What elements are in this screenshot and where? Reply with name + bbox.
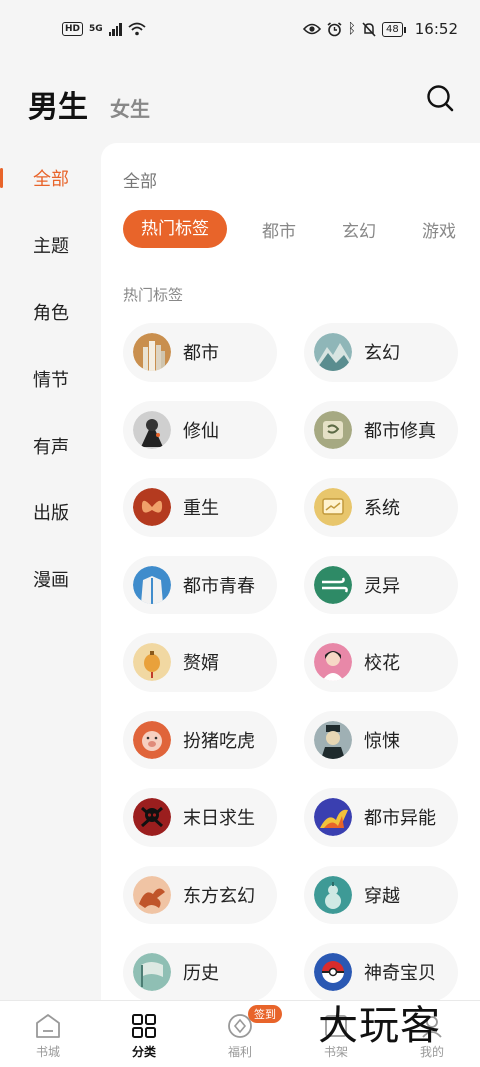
nav-bookstore[interactable]: 书城 bbox=[0, 1001, 96, 1067]
scroll-icon bbox=[314, 410, 352, 449]
tag-item[interactable]: 校花 bbox=[304, 633, 458, 692]
bookstore-icon bbox=[36, 1014, 60, 1038]
tag-item[interactable]: 重生 bbox=[123, 478, 277, 537]
eye-icon bbox=[302, 23, 321, 35]
tag-item[interactable]: 系统 bbox=[304, 478, 458, 537]
section-label: 热门标签 bbox=[123, 286, 184, 304]
tag-label: 赘婿 bbox=[183, 653, 219, 675]
city-icon bbox=[133, 333, 171, 372]
lantern-icon bbox=[133, 643, 171, 682]
sidebar-item-publish[interactable]: 出版 bbox=[0, 479, 100, 546]
category-sidebar: 全部 主题 角色 情节 有声 出版 漫画 bbox=[0, 145, 100, 613]
tag-item[interactable]: 都市修真 bbox=[304, 400, 458, 459]
tag-label: 都市 bbox=[183, 343, 219, 365]
wind-icon bbox=[314, 565, 352, 604]
tag-label: 扮猪吃虎 bbox=[183, 730, 255, 752]
wifi-icon bbox=[128, 22, 146, 36]
tag-label: 历史 bbox=[183, 963, 219, 985]
network-type: 5G bbox=[89, 24, 103, 34]
tag-item[interactable]: 穿越 bbox=[304, 865, 458, 924]
tag-label: 校花 bbox=[364, 653, 400, 675]
nav-label: 书城 bbox=[35, 1045, 60, 1059]
tag-label: 惊悚 bbox=[364, 730, 400, 752]
tag-label: 都市青春 bbox=[183, 575, 255, 597]
tab-female[interactable]: 女生 bbox=[110, 93, 150, 122]
zombie-icon bbox=[314, 720, 352, 759]
category-grid-icon bbox=[132, 1014, 156, 1038]
lightning-icon bbox=[314, 798, 352, 837]
butterfly-icon bbox=[133, 488, 171, 527]
skull-icon bbox=[133, 798, 171, 837]
clock: 16:52 bbox=[414, 20, 458, 38]
tag-label: 系统 bbox=[364, 498, 400, 520]
tag-label: 都市修真 bbox=[364, 420, 436, 442]
tag-label: 神奇宝贝 bbox=[364, 963, 436, 985]
chip-game[interactable]: 游戏 bbox=[422, 217, 456, 242]
tag-label: 修仙 bbox=[183, 420, 219, 442]
mute-icon bbox=[362, 21, 376, 37]
header: 男生 女生 bbox=[28, 78, 458, 126]
signal-icon bbox=[108, 22, 122, 36]
tag-item[interactable]: 扮猪吃虎 bbox=[123, 710, 277, 769]
tag-label: 玄幻 bbox=[364, 343, 400, 365]
sidebar-item-theme[interactable]: 主题 bbox=[0, 212, 100, 279]
alarm-icon bbox=[327, 21, 342, 36]
pig-icon bbox=[133, 720, 171, 759]
nav-category[interactable]: 分类 bbox=[96, 1001, 192, 1067]
tag-item[interactable]: 玄幻 bbox=[304, 323, 458, 382]
chip-fantasy[interactable]: 玄幻 bbox=[342, 217, 376, 242]
pokeball-icon bbox=[314, 953, 352, 992]
tag-panel: 全部 热门标签 都市 玄幻 游戏 热门标签 都市 玄幻 修仙 都市修真 重生 系… bbox=[101, 143, 480, 1003]
nav-welfare[interactable]: 签到 福利 bbox=[192, 1001, 288, 1067]
tag-item[interactable]: 都市青春 bbox=[123, 555, 277, 614]
sidebar-item-comic[interactable]: 漫画 bbox=[0, 546, 100, 613]
tag-item[interactable]: 都市 bbox=[123, 323, 277, 382]
hd-icon: HD bbox=[62, 22, 84, 36]
flag-icon bbox=[133, 953, 171, 992]
tag-item[interactable]: 灵异 bbox=[304, 555, 458, 614]
filter-chips: 热门标签 都市 玄幻 游戏 bbox=[123, 210, 480, 248]
tag-item[interactable]: 都市异能 bbox=[304, 788, 458, 847]
dragon-icon bbox=[133, 875, 171, 914]
girl-icon bbox=[314, 643, 352, 682]
cultivator-icon bbox=[133, 410, 171, 449]
chip-hot-tags[interactable]: 热门标签 bbox=[123, 210, 227, 248]
tag-label: 穿越 bbox=[364, 885, 400, 907]
jacket-icon bbox=[133, 565, 171, 604]
tag-label: 末日求生 bbox=[183, 808, 255, 830]
search-icon[interactable] bbox=[426, 84, 454, 112]
battery-icon: 48 bbox=[382, 21, 406, 37]
status-bar: HD 5G ᛒ 48 16:52 bbox=[0, 0, 480, 58]
nav-label: 分类 bbox=[131, 1045, 156, 1059]
sidebar-item-plot[interactable]: 情节 bbox=[0, 345, 100, 412]
tag-item[interactable]: 赘婿 bbox=[123, 633, 277, 692]
panel-title: 全部 bbox=[123, 172, 157, 192]
gourd-icon bbox=[314, 875, 352, 914]
nav-label: 福利 bbox=[227, 1045, 252, 1059]
sidebar-item-all[interactable]: 全部 bbox=[0, 145, 100, 212]
tag-label: 东方玄幻 bbox=[183, 885, 255, 907]
checkin-badge[interactable]: 签到 bbox=[248, 1005, 282, 1023]
mountain-icon bbox=[314, 333, 352, 372]
screen-icon bbox=[314, 488, 352, 527]
tag-item[interactable]: 东方玄幻 bbox=[123, 865, 277, 924]
tag-item[interactable]: 修仙 bbox=[123, 400, 277, 459]
chip-city[interactable]: 都市 bbox=[262, 217, 296, 242]
tag-item[interactable]: 历史 bbox=[123, 943, 277, 1002]
sidebar-item-character[interactable]: 角色 bbox=[0, 279, 100, 346]
watermark: 大玩客 bbox=[318, 1003, 441, 1049]
tag-label: 灵异 bbox=[364, 575, 400, 597]
tag-grid: 都市 玄幻 修仙 都市修真 重生 系统 都市青春 灵异 赘婿 校花 扮猪吃虎 惊… bbox=[123, 323, 458, 1002]
tag-item[interactable]: 末日求生 bbox=[123, 788, 277, 847]
sidebar-item-audio[interactable]: 有声 bbox=[0, 412, 100, 479]
tag-label: 都市异能 bbox=[364, 808, 436, 830]
bluetooth-icon: ᛒ bbox=[347, 21, 357, 37]
tag-item[interactable]: 惊悚 bbox=[304, 710, 458, 769]
tag-label: 重生 bbox=[183, 498, 219, 520]
tab-male[interactable]: 男生 bbox=[28, 82, 88, 126]
